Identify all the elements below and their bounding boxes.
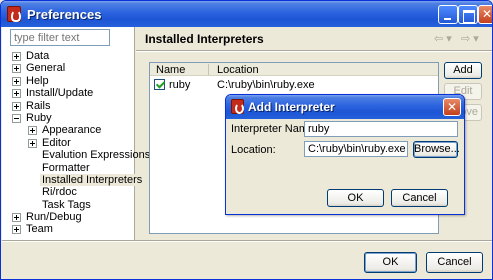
interpreter-name: ruby (169, 79, 191, 91)
dialog-cancel-button[interactable]: Cancel (391, 189, 448, 207)
tree-item[interactable]: Task Tags (2, 199, 135, 211)
column-header-location[interactable]: Location (217, 64, 259, 76)
expand-icon[interactable] (12, 76, 21, 86)
tree-item[interactable]: Appearance (2, 124, 135, 136)
tree-item-label: General (26, 62, 66, 75)
table-header: Name Location (150, 63, 438, 76)
tree-item[interactable]: Ruby (2, 112, 135, 124)
dialog-ok-button[interactable]: OK (327, 189, 384, 207)
expand-icon[interactable] (28, 138, 37, 148)
expand-icon[interactable] (12, 213, 21, 223)
tree-item[interactable]: Formatter (2, 162, 135, 174)
expand-icon[interactable] (12, 52, 21, 61)
expand-icon[interactable] (12, 64, 21, 74)
app-icon (7, 6, 21, 22)
page-title: Installed Interpreters (145, 32, 264, 46)
tree-item[interactable]: General (2, 62, 135, 74)
tree-item[interactable]: Ri/rdoc (2, 186, 135, 198)
tree-item[interactable]: Rails (2, 100, 135, 112)
tree-item[interactable]: Evalution Expressions (2, 149, 150, 161)
tree-item-label: Help (26, 74, 49, 87)
close-button[interactable]: ✕ (478, 5, 492, 24)
tree-item-label: Formatter (42, 161, 90, 174)
tree-item[interactable]: Run/Debug (2, 211, 135, 223)
add-button[interactable]: Add (444, 62, 482, 79)
tree-item[interactable]: Editor (2, 137, 135, 149)
tree-item-label: Appearance (42, 124, 102, 137)
location-label: Location: (231, 144, 276, 156)
footer-separator (2, 240, 492, 242)
preferences-tree: Data General Help Install/Update Rails Ruby Ap… (2, 50, 150, 236)
tree-item[interactable]: Help (2, 75, 135, 87)
column-divider[interactable] (208, 64, 209, 75)
forward-arrow-icon[interactable]: ⇨ ▾ (461, 33, 479, 45)
tree-item[interactable]: Team (2, 223, 135, 235)
dialog-close-button[interactable]: ✕ (443, 98, 461, 116)
expand-icon[interactable] (12, 89, 21, 99)
expand-icon[interactable] (12, 225, 21, 235)
dialog-title-bar[interactable]: Add Interpreter ✕ (226, 95, 464, 119)
minimize-button[interactable] (438, 5, 458, 24)
cancel-button[interactable]: Cancel (426, 252, 483, 273)
expand-icon[interactable] (28, 126, 37, 136)
tree-item-label: Ri/rdoc (42, 186, 77, 199)
interpreter-name-field[interactable] (304, 121, 458, 137)
ok-button[interactable]: OK (364, 252, 417, 273)
tree-item-label: Editor (42, 136, 71, 149)
table-row[interactable]: ruby C:\ruby\bin\ruby.exe (150, 77, 438, 91)
app-icon (231, 99, 244, 114)
add-interpreter-dialog: Add Interpreter ✕ Interpreter Name: Loca… (225, 94, 465, 215)
interpreter-checkbox[interactable] (154, 79, 165, 90)
title-bar[interactable]: Preferences ✕ (1, 1, 492, 27)
title-separator (136, 50, 492, 52)
tree-item-label: Evalution Expressions (42, 149, 151, 162)
tree-item-label: Data (26, 50, 50, 62)
tree-item-label: Run/Debug (26, 211, 82, 224)
tree-item[interactable]: Data (2, 50, 135, 62)
collapse-icon[interactable] (12, 113, 21, 123)
column-header-name[interactable]: Name (156, 64, 185, 76)
window-title: Preferences (27, 7, 102, 22)
location-field[interactable] (304, 141, 408, 157)
filter-input[interactable] (10, 29, 110, 46)
tree-item[interactable]: Installed Interpreters (2, 173, 145, 186)
dialog-title: Add Interpreter (248, 100, 335, 114)
interpreter-location: C:\ruby\bin\ruby.exe (217, 79, 315, 91)
tree-item-label: Task Tags (42, 198, 91, 211)
tree-item-label: Install/Update (26, 87, 94, 100)
tree-item-label: Installed Interpreters (40, 173, 145, 186)
maximize-button[interactable] (458, 5, 478, 24)
tree-item[interactable]: Install/Update (2, 87, 135, 99)
expand-icon[interactable] (12, 101, 21, 111)
tree-item-label: Ruby (26, 111, 52, 124)
tree-item-label: Team (26, 223, 53, 236)
back-arrow-icon[interactable]: ⇦ ▾ (434, 33, 452, 45)
tree-item-label: Rails (26, 99, 51, 112)
preferences-tree-panel: DataGeneralHelpInstall/UpdateRailsRubyAp… (2, 27, 150, 240)
history-navigation: ⇦ ▾ ⇨ ▾ (434, 32, 479, 45)
browse-button[interactable]: Browse... (413, 141, 460, 158)
